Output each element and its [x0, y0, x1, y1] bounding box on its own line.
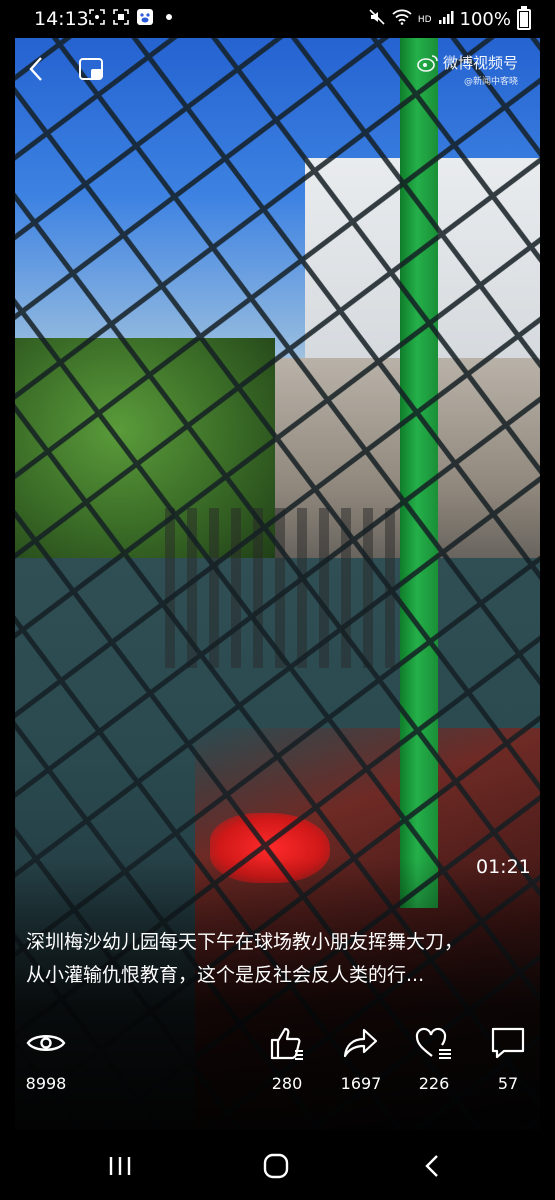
back-nav-button[interactable]	[412, 1150, 452, 1182]
back-arrow-icon	[425, 1155, 438, 1177]
action-bar: 8998 280 1697 226 57	[0, 1020, 555, 1100]
share-button[interactable]: 1697	[326, 1020, 396, 1093]
views-count: 8998	[25, 1074, 67, 1093]
favorite-button[interactable]: 226	[399, 1020, 469, 1093]
dot-icon	[160, 8, 178, 26]
eye-icon	[26, 1035, 66, 1051]
comment-icon	[491, 1027, 525, 1059]
likes-count: 280	[271, 1074, 303, 1093]
watermark-subtitle: @新闻中客晓	[463, 77, 518, 87]
signal-icon	[438, 9, 454, 30]
recent-apps-icon	[109, 1157, 131, 1175]
video-caption[interactable]: 深圳梅沙幼儿园每天下午在球场教小朋友挥舞大刀， 从小灌输仇恨教育，这个是反社会反…	[26, 926, 536, 992]
screenshot-icon	[88, 8, 106, 26]
shares-count: 1697	[340, 1074, 382, 1093]
status-notification-icons	[88, 8, 178, 26]
wifi-icon	[392, 9, 412, 30]
status-time: 14:13	[34, 8, 89, 30]
baidu-app-icon	[136, 8, 154, 26]
favorites-count: 226	[418, 1074, 450, 1093]
heart-icon	[415, 1027, 451, 1059]
watermark-title: 微博视频号	[442, 54, 518, 72]
battery-icon	[517, 6, 531, 30]
picture-in-picture-button[interactable]	[77, 56, 107, 84]
comment-button[interactable]: 57	[473, 1020, 543, 1093]
thumbs-up-icon	[270, 1027, 303, 1060]
caption-line-1: 深圳梅沙幼儿园每天下午在球场教小朋友挥舞大刀，	[26, 931, 464, 953]
screen-record-icon	[112, 8, 130, 26]
back-button[interactable]	[23, 56, 49, 82]
video-top-bar: 微博视频号 @新闻中客晓	[15, 38, 540, 98]
home-button[interactable]	[256, 1150, 296, 1182]
battery-percent: 100%	[459, 9, 511, 30]
caption-line-2: 从小灌输仇恨教育，这个是反社会反人类的行...	[26, 964, 425, 986]
views-counter: 8998	[11, 1020, 81, 1093]
pip-icon	[79, 58, 103, 80]
home-icon	[263, 1153, 289, 1179]
comments-count: 57	[497, 1074, 519, 1093]
weibo-logo-icon	[417, 54, 438, 72]
status-system-icons: HD 100%	[368, 6, 531, 31]
like-button[interactable]: 280	[252, 1020, 322, 1093]
weibo-watermark: 微博视频号 @新闻中客晓	[417, 52, 518, 87]
status-bar: 14:13 HD 100%	[0, 0, 555, 38]
mute-icon	[368, 8, 386, 31]
network-type-label: HD	[417, 14, 432, 25]
chevron-left-icon	[29, 57, 42, 81]
recent-apps-button[interactable]	[100, 1150, 140, 1182]
share-arrow-icon	[343, 1028, 378, 1058]
navigation-bar	[0, 1130, 555, 1200]
video-duration: 01:21	[476, 856, 531, 878]
